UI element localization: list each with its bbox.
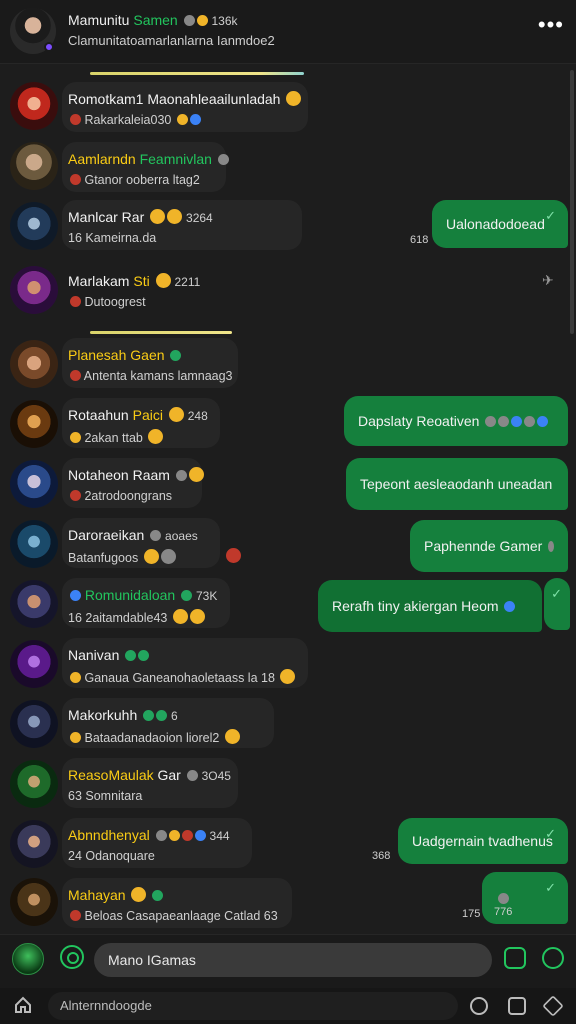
avatar[interactable] xyxy=(10,460,58,508)
chat-name: Notaheon Raam xyxy=(68,467,204,483)
list-item[interactable]: Planesah Gaen Antenta kamans lamnaag3 xyxy=(62,338,238,388)
list-item[interactable]: ReasoMaulak Gar 3O45 63 Somnitara xyxy=(62,758,238,808)
chat-preview: Antenta kamans lamnaag3 xyxy=(68,369,233,383)
list-item[interactable]: Nanivan Ganaua Ganeanohaoletaass la 18 xyxy=(62,638,308,688)
list-item[interactable]: Aamlarndn Feamnivlan Gtanor ooberra ltag… xyxy=(62,142,229,192)
emoji-icon[interactable] xyxy=(60,945,84,969)
list-item[interactable]: Daroraeikan aoaes Batanfugoos xyxy=(62,518,220,568)
outgoing-message[interactable]: Rerafh tiny akiergan Heom xyxy=(318,580,542,632)
avatar[interactable] xyxy=(10,340,58,388)
compass-icon[interactable] xyxy=(470,997,488,1015)
message-composer: Mano IGamas xyxy=(0,934,576,988)
chat-preview: 63 Somnitara xyxy=(68,789,143,803)
send-icon[interactable] xyxy=(542,947,564,969)
avatar[interactable] xyxy=(10,580,58,628)
avatar[interactable] xyxy=(10,640,58,688)
bottom-bar: Alnternndoogde xyxy=(0,988,576,1024)
chat-preview: Gtanor ooberra ltag2 xyxy=(68,173,216,187)
list-item[interactable]: Mahayan Beloas Casapaeanlaage Catlad 63 xyxy=(62,878,292,928)
chat-preview: 2atrodoongrans xyxy=(68,489,192,503)
chat-name: Planesah Gaen xyxy=(68,347,228,363)
chat-name: ReasoMaulak Gar 3O45 xyxy=(68,767,231,783)
chat-preview: Bataadanadaoion liorel2 xyxy=(68,729,264,745)
message-time: 618 xyxy=(410,234,429,246)
outgoing-message[interactable]: Uadgernain tvadhenus ✓ xyxy=(398,818,568,864)
header-subtitle: Clamunitatoamarlanlarna Ianmdoe2 xyxy=(68,33,275,48)
avatar[interactable] xyxy=(10,266,58,314)
chat-preview: Ganaua Ganeanohaoletaass la 18 xyxy=(68,669,298,685)
list-item[interactable]: Abnndhenyal 344 24 Odanoquare xyxy=(62,818,252,868)
chat-name: Rotaahun Paici 248 xyxy=(68,407,208,423)
chat-name: Marlakam Sti 2211 xyxy=(68,273,201,289)
read-check-icon: ✓ xyxy=(545,826,556,841)
outgoing-message[interactable]: Tepeont aesleaodanh uneadan xyxy=(346,458,568,510)
outgoing-message[interactable]: Paphennde Gamer xyxy=(410,520,568,572)
list-item[interactable]: Romunidaloan 73K 16 2aitamdable43 xyxy=(62,578,230,628)
chat-name: Romotkam1 Maonahleaailunladah xyxy=(68,91,302,107)
emoji-icon xyxy=(183,15,195,26)
title-highlight: Samen xyxy=(133,12,178,28)
chat-name: Mahayan xyxy=(68,887,282,903)
read-check-icon: ✓ xyxy=(545,208,556,223)
read-check-icon: ✓ xyxy=(545,880,556,895)
search-input[interactable]: Alnternndoogde xyxy=(48,992,458,1020)
chat-name: Daroraeikan aoaes xyxy=(68,527,198,543)
list-item[interactable]: Marlakam Sti 2211 Dutoogrest xyxy=(62,264,222,314)
avatar[interactable] xyxy=(10,820,58,868)
unread-divider xyxy=(90,331,232,334)
chat-preview: 2akan ttab xyxy=(68,429,210,445)
chat-name: Romunidaloan 73K xyxy=(68,587,220,603)
message-time: 368 xyxy=(372,850,391,862)
more-dots-icon[interactable]: ••• xyxy=(538,14,564,36)
chat-preview: 16 2aitamdable43 xyxy=(68,609,220,625)
chat-preview: 24 Odanoquare xyxy=(68,849,155,863)
outgoing-message[interactable]: Ualonadodoead ✓ xyxy=(432,200,568,248)
list-item[interactable]: Romotkam1 Maonahleaailunladah Rakarkalei… xyxy=(62,82,308,132)
reaction-icon xyxy=(226,548,241,563)
chat-header: Mamunitu Samen 136k Clamunitatoamarlanla… xyxy=(0,0,576,64)
chat-name: Manlcar Rar 3264 xyxy=(68,209,213,225)
home-icon[interactable] xyxy=(14,996,32,1014)
message-input[interactable]: Mano IGamas xyxy=(94,943,492,977)
pin-icon[interactable]: ✈ xyxy=(542,272,558,288)
member-count: 136k xyxy=(211,14,238,28)
avatar[interactable] xyxy=(10,700,58,748)
list-item[interactable]: Rotaahun Paici 248 2akan ttab xyxy=(62,398,220,448)
avatar[interactable] xyxy=(10,520,58,568)
read-check-icon: ✓ xyxy=(551,586,562,601)
chat-preview: Dutoogrest xyxy=(68,295,212,309)
avatar[interactable] xyxy=(10,202,58,250)
title-name: Mamunitu xyxy=(68,12,130,28)
chat-preview: Rakarkaleia030 xyxy=(68,113,298,127)
list-item[interactable]: Manlcar Rar 3264 16 Kameirna.da xyxy=(62,200,302,250)
chat-name: Makorkuhh 6 xyxy=(68,707,178,723)
cube-icon[interactable] xyxy=(542,995,564,1017)
list-item[interactable]: Notaheon Raam 2atrodoongrans xyxy=(62,458,204,508)
page-title[interactable]: Mamunitu Samen 136k xyxy=(68,12,238,28)
chat-name: Abnndhenyal 344 xyxy=(68,827,230,843)
user-avatar[interactable] xyxy=(12,943,44,975)
chat-preview: Batanfugoos xyxy=(68,549,210,565)
online-indicator xyxy=(44,42,54,52)
avatar[interactable] xyxy=(10,400,58,448)
avatar[interactable] xyxy=(10,142,58,190)
chat-preview: 16 Kameirna.da xyxy=(68,231,157,245)
emoji-icon xyxy=(196,15,208,26)
avatar[interactable] xyxy=(10,878,58,926)
chat-name: Nanivan xyxy=(68,647,298,663)
camera-icon[interactable] xyxy=(508,997,526,1015)
avatar[interactable] xyxy=(10,82,58,130)
outgoing-message[interactable]: Dapslaty Reoativen xyxy=(344,396,568,446)
outgoing-message-tail: ✓ xyxy=(544,578,570,630)
scrollbar[interactable] xyxy=(570,70,574,334)
chat-preview: Beloas Casapaeanlaage Catlad 63 xyxy=(68,909,282,923)
attach-icon[interactable] xyxy=(504,947,526,969)
message-time: 175 xyxy=(462,908,481,920)
chat-app: Mamunitu Samen 136k Clamunitatoamarlanla… xyxy=(0,0,576,1024)
chat-name: Aamlarndn Feamnivlan xyxy=(68,151,229,167)
unread-divider xyxy=(90,72,304,75)
avatar[interactable] xyxy=(10,760,58,808)
list-item[interactable]: Makorkuhh 6 Bataadanadaoion liorel2 xyxy=(62,698,274,748)
message-time: 776 xyxy=(494,906,513,918)
